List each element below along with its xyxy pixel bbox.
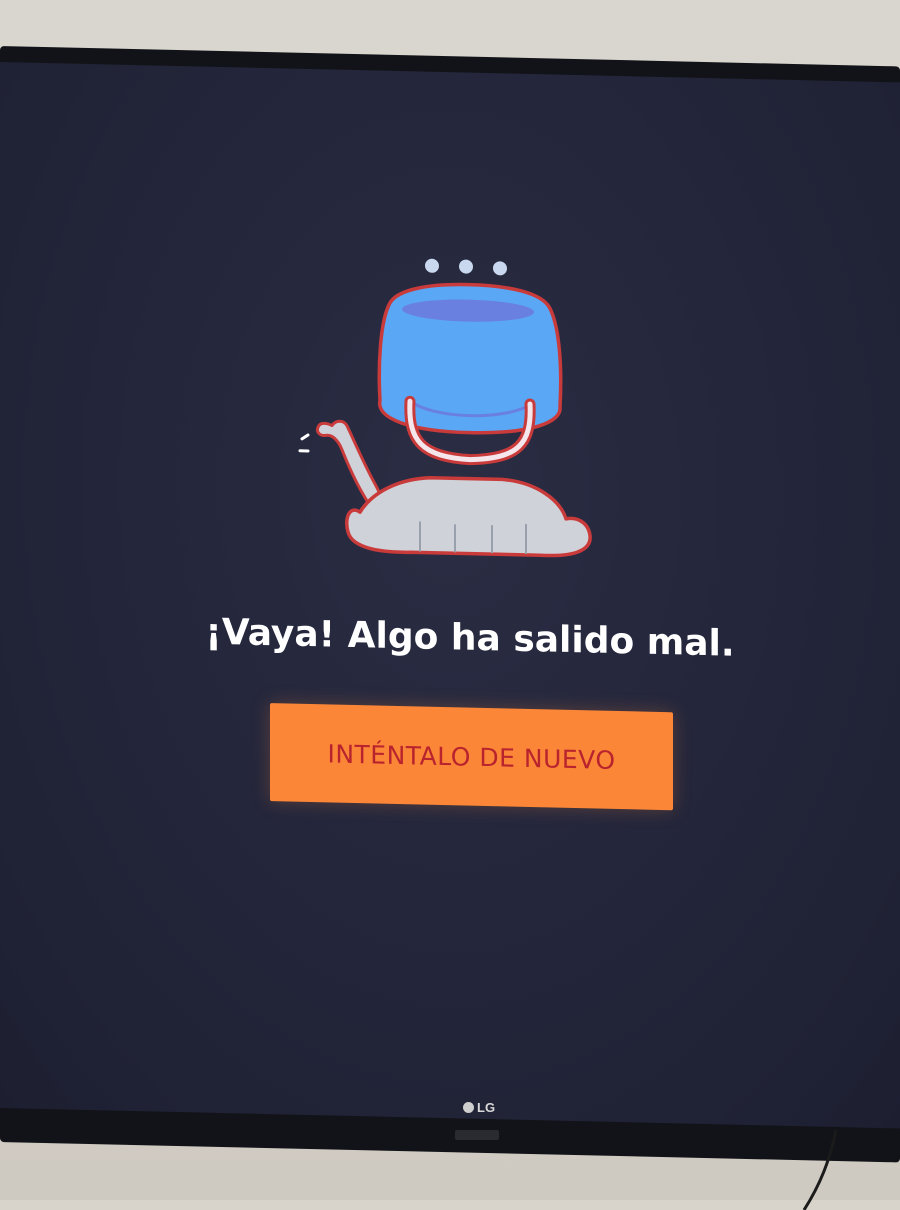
tv-screen: ¡Vaya! Algo ha salido mal. INTÉNTALO DE … [0,62,900,1129]
error-headline: ¡Vaya! Algo ha salido mal. [205,611,735,665]
bucket-icon [377,282,563,466]
retry-button-label: INTÉNTALO DE NUEVO [327,738,616,775]
cat-body-icon [345,476,592,558]
brand-logo-text: LG [477,1100,496,1115]
brand-logo: LG [463,1100,495,1115]
retry-button[interactable]: INTÉNTALO DE NUEVO [270,703,673,811]
lg-logo-icon [463,1102,474,1113]
thinking-dots-icon [425,258,507,276]
power-cable [802,1130,838,1210]
cat-with-bucket-illustration [298,258,592,558]
tv-stand-joint [455,1130,499,1140]
